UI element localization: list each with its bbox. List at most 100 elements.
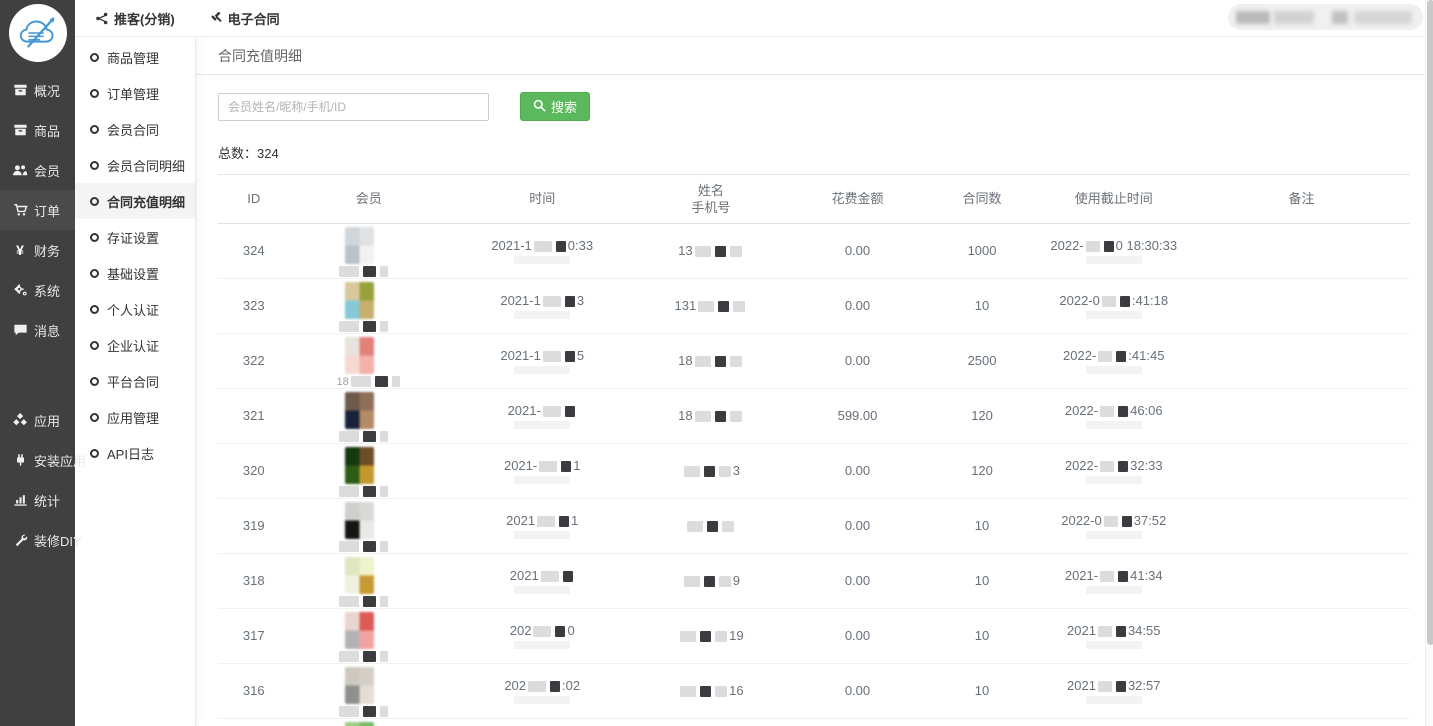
- logo-circle: [9, 4, 67, 62]
- submenu-item-0[interactable]: 商品管理: [75, 39, 195, 75]
- cell-deadline: 202132:57: [1034, 663, 1193, 718]
- member-avatar[interactable]: [345, 227, 374, 264]
- goods-icon: [12, 122, 28, 138]
- redacted-block: [380, 486, 388, 497]
- user-account-redacted[interactable]: [1228, 4, 1423, 30]
- column-header: ID: [218, 175, 290, 223]
- submenu-item-2[interactable]: 会员合同: [75, 111, 195, 147]
- submenu-item-8[interactable]: 企业认证: [75, 327, 195, 363]
- column-header: 时间: [448, 175, 636, 223]
- scrollbar-thumb[interactable]: [1427, 0, 1433, 645]
- member-avatar[interactable]: [345, 557, 374, 594]
- redacted-block: [715, 631, 727, 642]
- redacted-block: [1236, 11, 1270, 24]
- redacted-block: [339, 266, 359, 277]
- table-row: 3202021-130.001202022-32:33: [218, 443, 1410, 498]
- search-button[interactable]: 搜索: [520, 92, 590, 121]
- cell-time: 2021-: [448, 388, 636, 443]
- submenu-item-5[interactable]: 存证设置: [75, 219, 195, 255]
- sidebar-item-finance[interactable]: ¥财务: [0, 230, 75, 270]
- cell-time: 20232:16: [448, 718, 636, 726]
- redacted-block: [1086, 366, 1142, 374]
- submenu-item-11[interactable]: API日志: [75, 435, 195, 471]
- cell-member: [290, 718, 449, 726]
- redacted-block: [1098, 681, 1112, 692]
- tab-tuike[interactable]: 推客(分销): [95, 9, 175, 28]
- member-nickname-redacted: [337, 486, 449, 498]
- sidebar-item-diy[interactable]: 装修DIY: [0, 520, 75, 560]
- member-avatar[interactable]: [345, 392, 374, 429]
- member-avatar[interactable]: [345, 722, 374, 726]
- cell-member: [290, 663, 449, 718]
- cell-member: [290, 553, 449, 608]
- cell-time: 20211: [448, 498, 636, 553]
- secondary-sidebar: 商品管理订单管理会员合同会员合同明细合同充值明细存证设置基础设置个人认证企业认证…: [75, 37, 196, 726]
- redacted-block: [514, 366, 570, 374]
- sidebar-item-overview[interactable]: 概况: [0, 70, 75, 110]
- redacted-block: [704, 466, 715, 477]
- submenu-item-6[interactable]: 基础设置: [75, 255, 195, 291]
- redacted-block: [695, 246, 711, 257]
- submenu-item-7[interactable]: 个人认证: [75, 291, 195, 327]
- tab-econtract[interactable]: 电子合同: [209, 9, 280, 28]
- sidebar-item-orders[interactable]: 订单: [0, 190, 75, 230]
- sidebar-item-label: 财务: [34, 241, 60, 260]
- cell-name-phone: 18: [636, 388, 785, 443]
- redacted-block: [1332, 11, 1348, 24]
- submenu-item-3[interactable]: 会员合同明细: [75, 147, 195, 183]
- submenu-item-1[interactable]: 订单管理: [75, 75, 195, 111]
- redacted-block: [715, 686, 727, 697]
- redacted-block: [339, 541, 359, 552]
- redacted-block: [695, 356, 711, 367]
- vertical-scrollbar[interactable]: [1425, 0, 1433, 726]
- submenu-item-4[interactable]: 合同充值明细: [75, 183, 195, 219]
- redacted-block: [722, 521, 734, 532]
- cell-note: [1193, 498, 1410, 553]
- redacted-block: [559, 516, 569, 527]
- redacted-block: [351, 376, 371, 387]
- cell-member: [290, 388, 449, 443]
- sidebar-item-message[interactable]: 消息: [0, 310, 75, 350]
- sidebar-item-members[interactable]: 会员: [0, 150, 75, 190]
- search-input[interactable]: [218, 93, 489, 121]
- submenu-item-9[interactable]: 平台合同: [75, 363, 195, 399]
- redacted-block: [363, 651, 376, 662]
- member-avatar[interactable]: [345, 447, 374, 484]
- column-header: 花费金额: [785, 175, 929, 223]
- sidebar-item-stats[interactable]: 统计: [0, 480, 75, 520]
- redacted-block: [565, 296, 575, 307]
- submenu-item-label: 基础设置: [107, 264, 159, 283]
- table-row: 322182021-15180.0025002022-:41:45: [218, 333, 1410, 388]
- sidebar-item-label: 订单: [34, 201, 60, 220]
- cell-id: 317: [218, 608, 290, 663]
- redacted-block: [718, 301, 729, 312]
- cell-note: [1193, 718, 1410, 726]
- sidebar-item-system[interactable]: 系统: [0, 270, 75, 310]
- redacted-block: [543, 406, 561, 417]
- app-logo[interactable]: [0, 0, 75, 64]
- sidebar-item-install[interactable]: 安装应用: [0, 440, 75, 480]
- redacted-block: [1100, 406, 1114, 417]
- member-avatar[interactable]: [345, 502, 374, 539]
- cell-contracts: 10: [930, 663, 1035, 718]
- redacted-block: [1086, 421, 1142, 429]
- member-avatar[interactable]: [345, 667, 374, 704]
- redacted-block: [1122, 516, 1132, 527]
- redacted-block: [730, 411, 742, 422]
- system-icon: [12, 282, 28, 298]
- member-avatar[interactable]: [345, 337, 374, 374]
- redacted-block: [363, 541, 376, 552]
- submenu-item-10[interactable]: 应用管理: [75, 399, 195, 435]
- total-value: 324: [257, 146, 279, 161]
- member-avatar[interactable]: [345, 282, 374, 319]
- redacted-block: [719, 576, 731, 587]
- overview-icon: [12, 82, 28, 98]
- table-row: 316202:02160.0010202132:57: [218, 663, 1410, 718]
- redacted-block: [380, 596, 388, 607]
- sidebar-item-goods[interactable]: 商品: [0, 110, 75, 150]
- redacted-block: [380, 321, 388, 332]
- sidebar-item-apps[interactable]: 应用: [0, 400, 75, 440]
- cell-deadline: 2021-41:34: [1034, 553, 1193, 608]
- redacted-block: [1098, 626, 1112, 637]
- member-avatar[interactable]: [345, 612, 374, 649]
